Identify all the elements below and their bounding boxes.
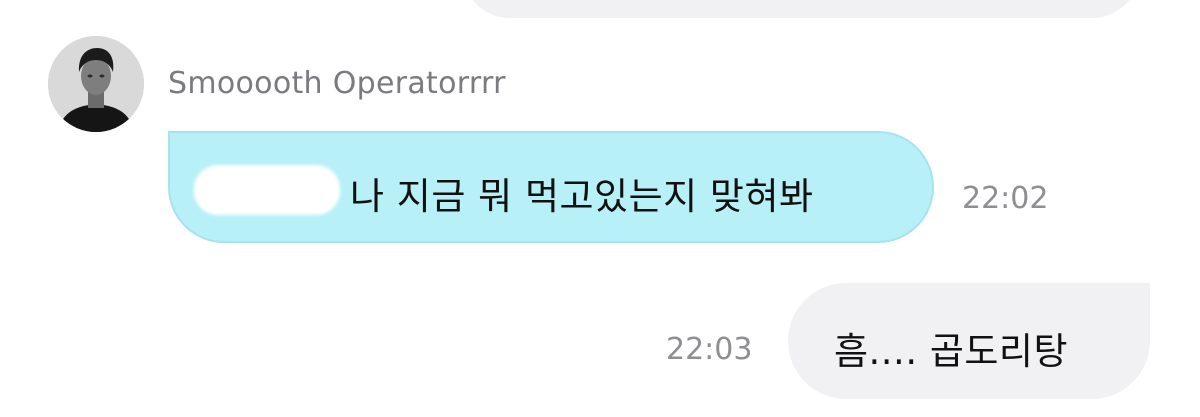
sender-name: Smooooth Operatorrrr xyxy=(168,66,506,101)
incoming-message-bubble[interactable]: 나 지금 뭐 먹고있는지 맞혀봐 xyxy=(168,131,934,243)
previous-message-bubble[interactable] xyxy=(462,0,1140,18)
incoming-message-time: 22:02 xyxy=(962,181,1049,216)
sender-avatar[interactable] xyxy=(48,36,144,132)
outgoing-message-time: 22:03 xyxy=(666,332,753,367)
avatar-photo xyxy=(48,36,144,132)
outgoing-message-text: 흠.... 곱도리탕 xyxy=(834,330,1069,373)
outgoing-message-bubble[interactable]: 흠.... 곱도리탕 xyxy=(788,283,1150,399)
redacted-name xyxy=(194,165,340,215)
incoming-message-text: 나 지금 뭐 먹고있는지 맞혀봐 xyxy=(350,175,814,218)
